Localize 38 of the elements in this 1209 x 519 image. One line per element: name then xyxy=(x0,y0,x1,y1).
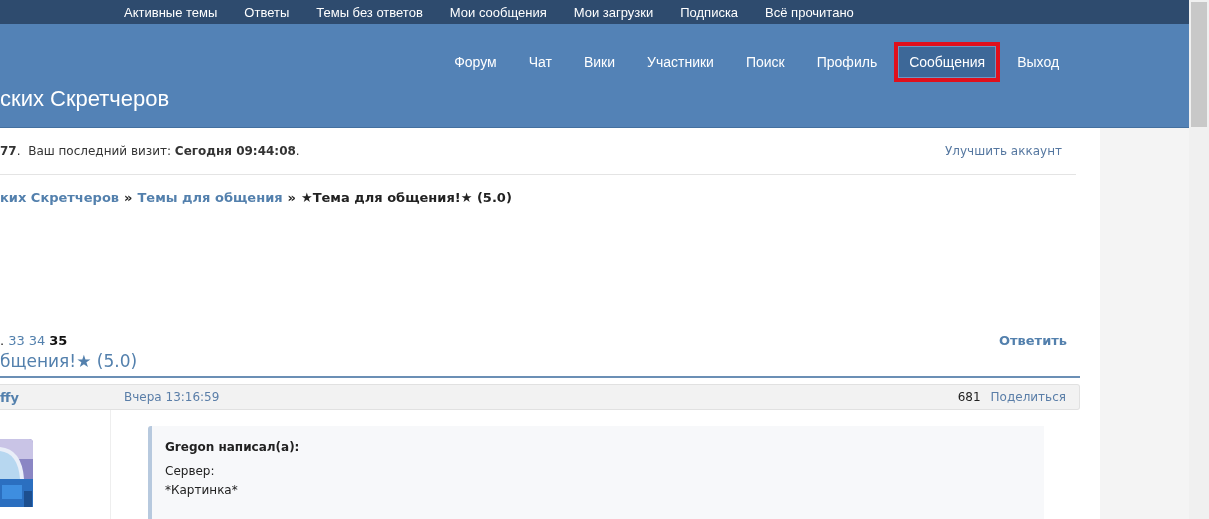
top-link[interactable]: Темы без ответов xyxy=(316,4,423,20)
post-author[interactable]: ffy xyxy=(0,389,124,405)
page-link[interactable]: 33 xyxy=(8,333,25,348)
nav-tab[interactable]: Сообщения xyxy=(894,42,1001,82)
upgrade-link[interactable]: Улучшить аккаунт xyxy=(945,144,1062,158)
top-link[interactable]: Подписка xyxy=(680,4,739,20)
breadcrumb-link[interactable]: Темы для общения xyxy=(137,190,283,314)
nav-tab[interactable]: Поиск xyxy=(730,42,800,82)
last-visit-text: 77. Ваш последний визит: Сегодня 09:44:08. xyxy=(0,144,300,158)
scrollbar-thumb[interactable] xyxy=(1191,2,1207,127)
quote-author: Gregon написал(а): xyxy=(165,440,301,454)
top-link[interactable]: Мои сообщения xyxy=(449,4,547,20)
post-number: 681 xyxy=(957,390,981,404)
post-time[interactable]: Вчера 13:16:59 xyxy=(124,390,958,404)
reply-link[interactable]: Ответить xyxy=(998,333,1067,348)
nav-tab[interactable]: Участники xyxy=(632,42,729,82)
breadcrumb-link[interactable]: ких Скретчеров xyxy=(0,190,120,314)
breadcrumb-current: ★Тема для общения!★ (5.0) xyxy=(301,190,512,207)
nav-tab[interactable]: Форум xyxy=(439,42,512,82)
nav-tab[interactable]: Чат xyxy=(513,42,567,82)
topic-title: бщения!★ (5.0) xyxy=(0,348,1080,378)
site-title: ских Скретчеров xyxy=(0,86,170,111)
top-link[interactable]: Ответы xyxy=(244,4,290,20)
page-ellipsis: . xyxy=(0,333,5,348)
current-page: 35 xyxy=(49,333,68,348)
nav-tab[interactable]: Выход xyxy=(1002,42,1075,82)
quote-text: *Картинка* xyxy=(165,482,239,499)
nav-tab[interactable]: Вики xyxy=(568,42,631,82)
quote-text: Сервер: xyxy=(165,463,216,480)
breadcrumb-separator: » xyxy=(124,190,133,207)
top-link[interactable]: Мои загрузки xyxy=(573,4,654,20)
top-link[interactable]: Активные темы xyxy=(124,4,218,20)
share-link[interactable]: Поделиться xyxy=(990,390,1066,404)
top-link[interactable]: Всё прочитано xyxy=(765,4,854,20)
scrollbar[interactable] xyxy=(1189,0,1209,519)
nav-tab[interactable]: Профиль xyxy=(801,42,893,82)
breadcrumb-separator: » xyxy=(287,190,296,207)
page-link[interactable]: 34 xyxy=(28,333,46,348)
